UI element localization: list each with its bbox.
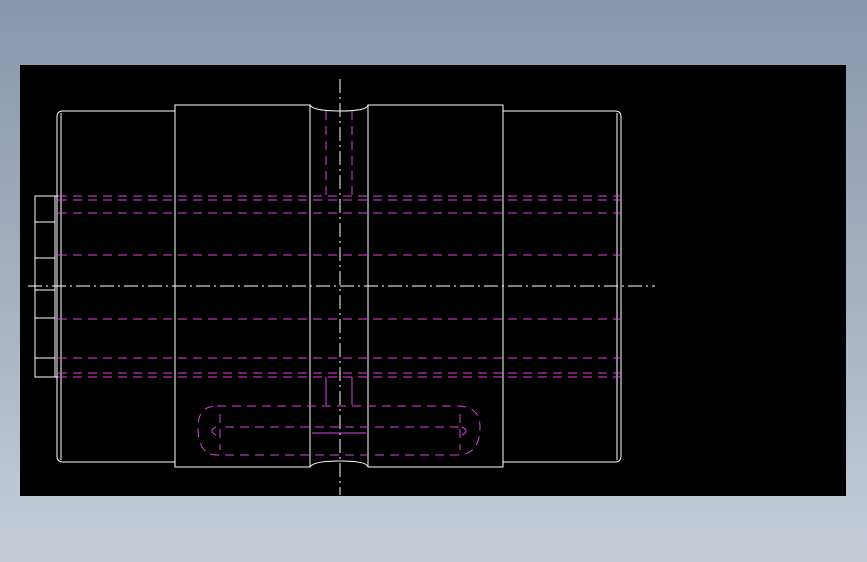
keyway-end-left [211, 426, 217, 436]
cad-viewport[interactable] [20, 65, 846, 496]
coupling-drawing [28, 79, 655, 495]
keyway-end-right [461, 426, 467, 436]
hidden-keyway-slot [197, 405, 481, 456]
